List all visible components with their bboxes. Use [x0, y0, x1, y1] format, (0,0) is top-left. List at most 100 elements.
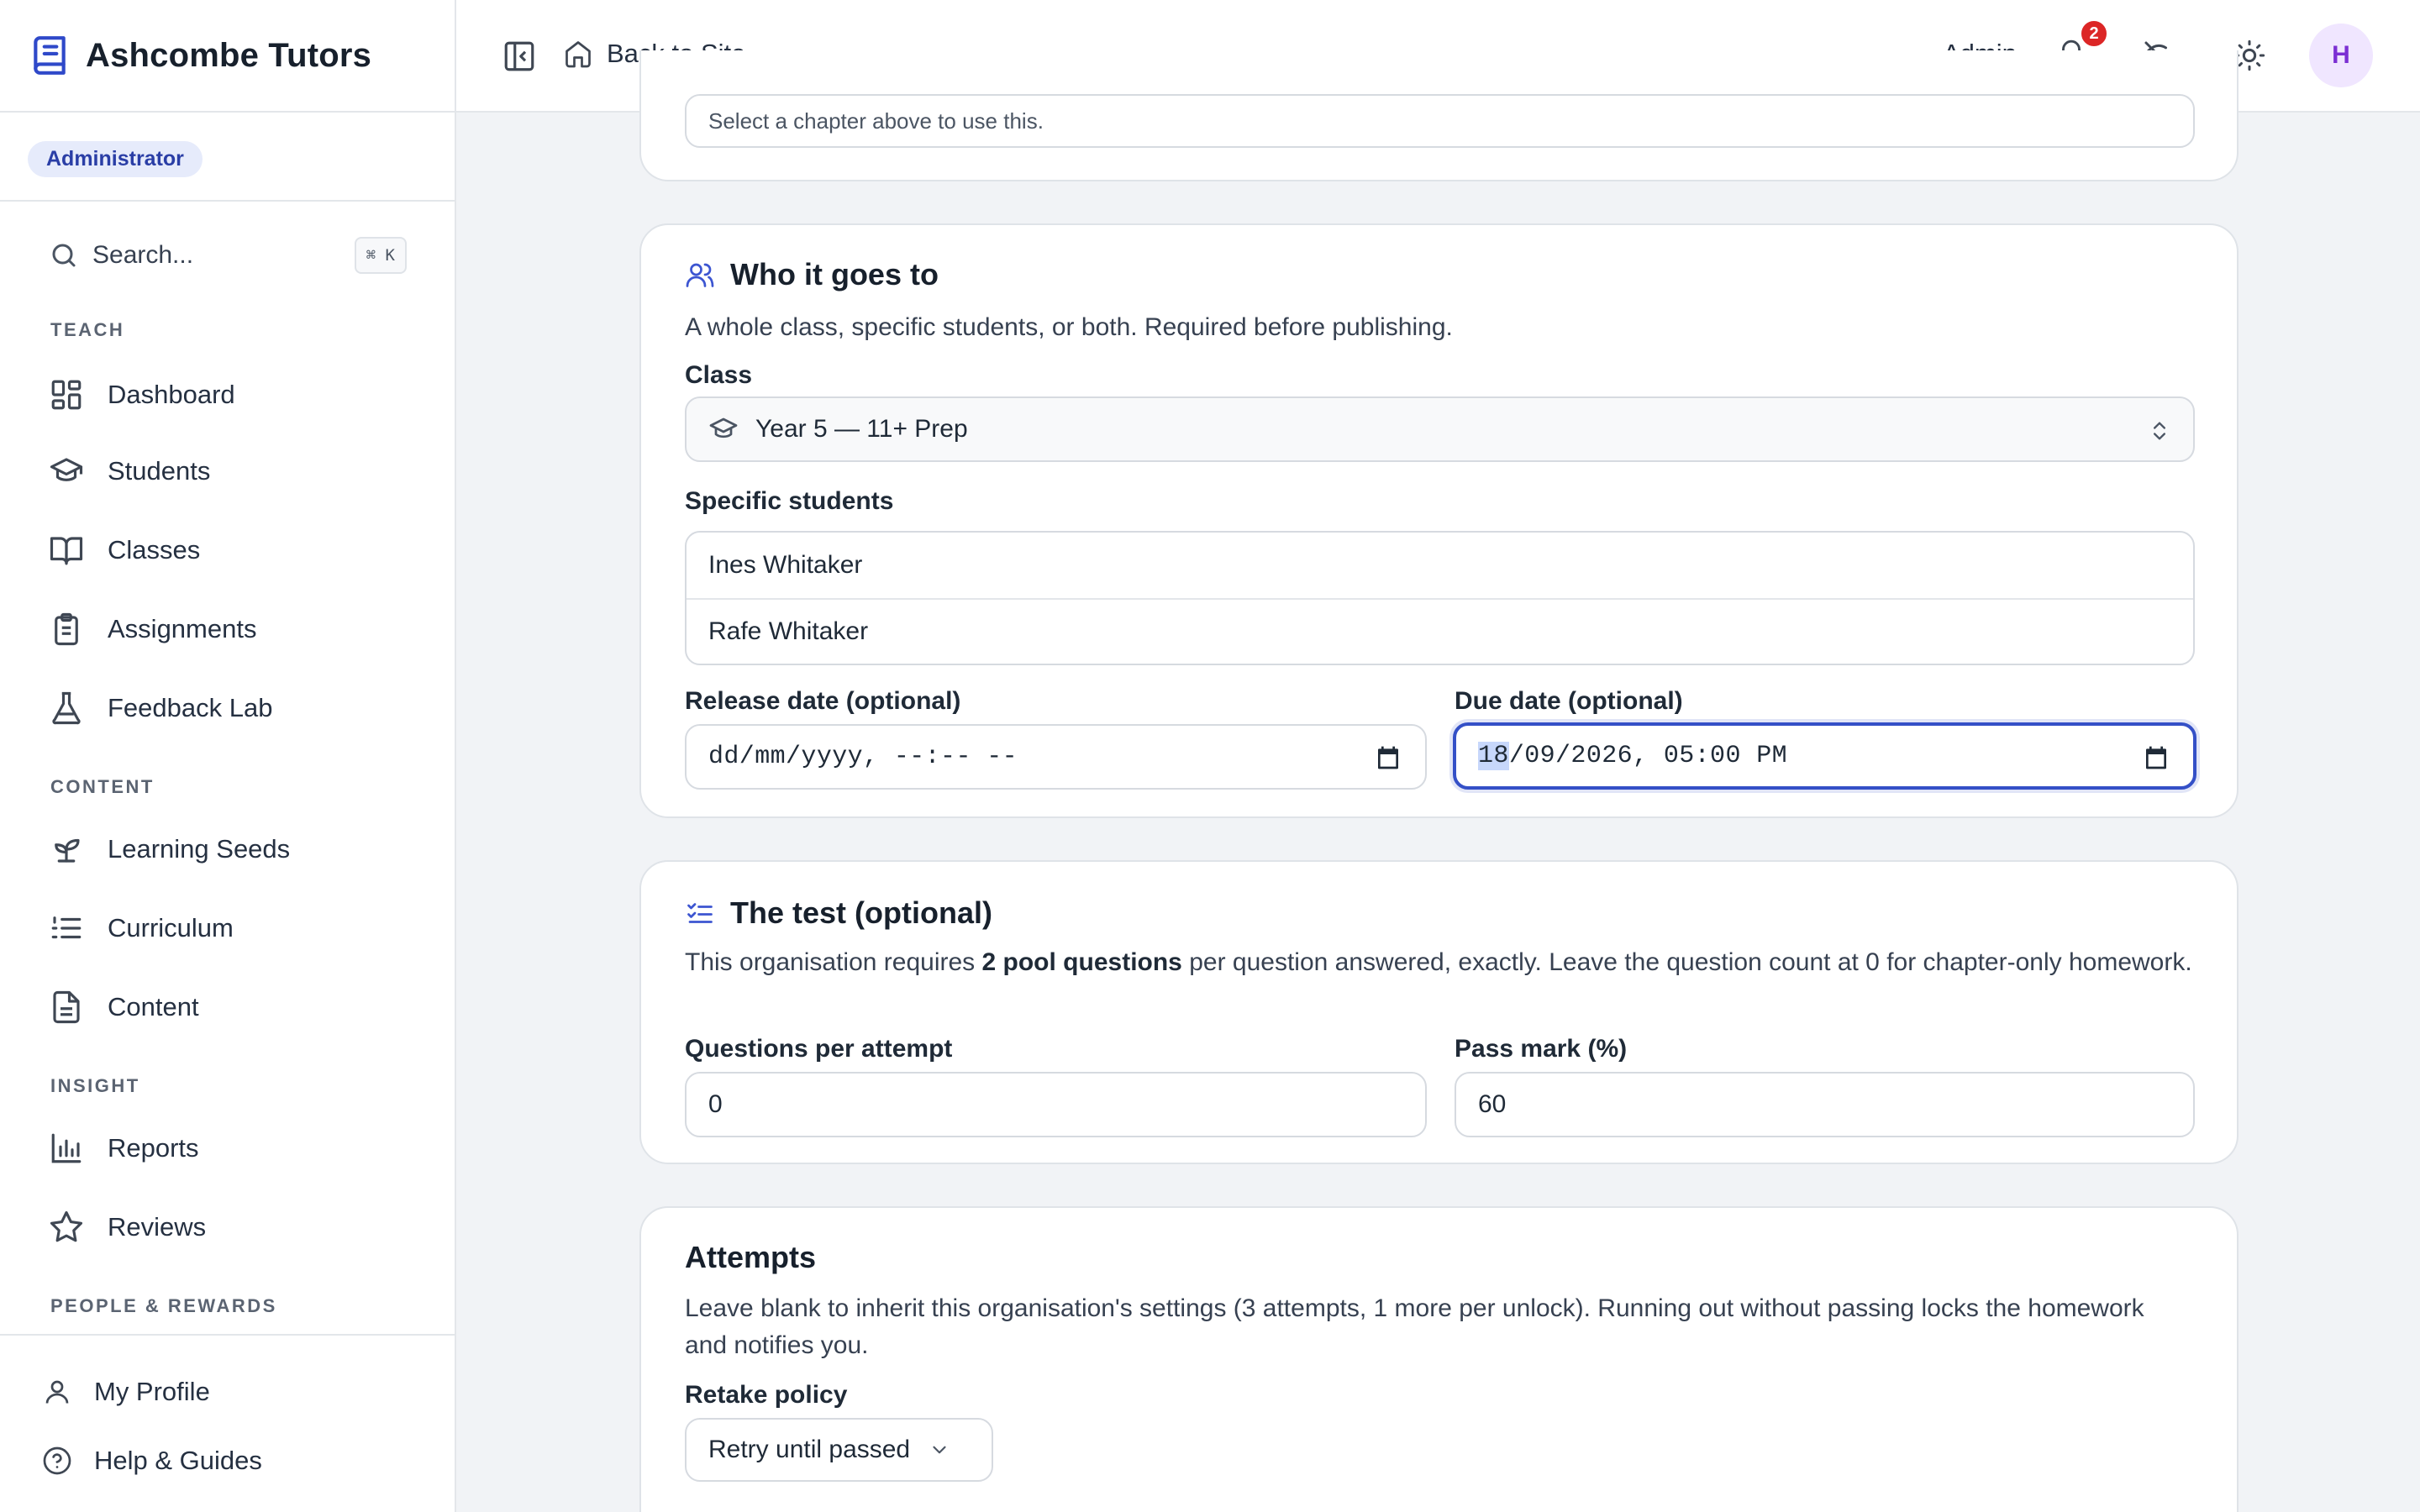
student-option[interactable]: Rafe Whitaker: [687, 598, 2193, 664]
chapter-hint-box: Select a chapter above to use this.: [685, 94, 2195, 148]
questions-label: Questions per attempt: [685, 1035, 953, 1063]
attempts-title-text: Attempts: [685, 1240, 817, 1274]
section-label-people-rewards: PEOPLE & REWARDS: [50, 1295, 277, 1316]
dashboard-icon: [49, 377, 84, 412]
home-icon: [563, 39, 593, 69]
clipboard-icon: [49, 612, 84, 647]
section-label-teach: TEACH: [50, 319, 125, 340]
class-select[interactable]: Year 5 — 11+ Prep: [685, 396, 2195, 462]
sidebar-item-label: Classes: [108, 535, 201, 564]
questions-per-attempt-input[interactable]: 0: [685, 1072, 1427, 1137]
due-date-rest: /09/2026, 05:00 PM: [1508, 742, 1788, 770]
sidebar-footer: My Profile Help & Guides: [0, 1334, 455, 1512]
test-desc-after: per question answered, exactly. Leave th…: [1181, 948, 2192, 976]
my-profile-label: My Profile: [94, 1377, 210, 1406]
chapter-hint-text: Select a chapter above to use this.: [708, 108, 1044, 134]
sidebar-search[interactable]: Search... ⌘ K: [49, 233, 407, 278]
brand[interactable]: Ashcombe Tutors: [0, 0, 455, 113]
test-desc-before: This organisation requires: [685, 948, 982, 976]
sidebar-item-curriculum[interactable]: Curriculum: [49, 903, 418, 953]
release-date-placeholder: dd/mm/yyyy, --:-- --: [708, 743, 1018, 771]
pass-mark-label: Pass mark (%): [1455, 1035, 1628, 1063]
avatar[interactable]: H: [2309, 24, 2373, 87]
students-listbox[interactable]: Ines Whitaker Rafe Whitaker: [685, 531, 2195, 665]
sidebar-item-dashboard[interactable]: Dashboard: [49, 370, 418, 420]
sidebar-item-label: Reviews: [108, 1212, 207, 1242]
sidebar-item-feedback-lab[interactable]: Feedback Lab: [49, 683, 418, 733]
help-guides-link[interactable]: Help & Guides: [42, 1440, 262, 1482]
sidebar-item-label: Feedback Lab: [108, 693, 273, 722]
attempts-card: Attempts Leave blank to inherit this org…: [639, 1206, 2238, 1512]
sidebar-item-reports[interactable]: Reports: [49, 1123, 418, 1173]
search-icon: [49, 240, 79, 270]
star-icon: [49, 1210, 84, 1245]
retake-policy-label: Retake policy: [685, 1381, 848, 1409]
role-badge: Administrator: [28, 141, 203, 177]
list-checks-icon: [685, 898, 715, 928]
chevrons-up-down-icon: [2148, 418, 2171, 444]
my-profile-link[interactable]: My Profile: [42, 1371, 210, 1413]
due-date-input[interactable]: 18/09/2026, 05:00 PM: [1453, 722, 2196, 790]
calendar-icon[interactable]: [1375, 744, 1402, 771]
file-text-icon: [49, 990, 84, 1025]
audience-description: A whole class, specific students, or bot…: [685, 313, 1453, 341]
pass-mark-input[interactable]: 60: [1455, 1072, 2195, 1137]
graduation-cap-icon: [708, 414, 739, 444]
class-select-value: Year 5 — 11+ Prep: [755, 415, 968, 443]
audience-card: Who it goes to A whole class, specific s…: [639, 223, 2238, 818]
sidebar-item-classes[interactable]: Classes: [49, 525, 418, 575]
user-icon: [42, 1377, 72, 1407]
release-date-label: Release date (optional): [685, 687, 961, 715]
due-date-label: Due date (optional): [1455, 687, 1683, 715]
retake-policy-value: Retry until passed: [708, 1436, 911, 1463]
sidebar-item-label: Students: [108, 456, 211, 486]
help-circle-icon: [42, 1446, 72, 1476]
sidebar-item-content[interactable]: Content: [49, 982, 418, 1032]
sidebar-item-label: Learning Seeds: [108, 834, 291, 864]
users-icon: [685, 260, 715, 290]
toggle-sidebar-button[interactable]: [502, 39, 537, 74]
chevron-down-icon: [929, 1439, 950, 1461]
bar-chart-icon: [49, 1131, 84, 1166]
sidebar-item-learning-seeds[interactable]: Learning Seeds: [49, 824, 418, 874]
students-label: Specific students: [685, 487, 894, 515]
test-card-title: The test (optional): [685, 895, 992, 931]
section-label-content: CONTENT: [50, 776, 155, 797]
audience-card-title: Who it goes to: [685, 257, 939, 292]
sidebar-item-label: Reports: [108, 1133, 199, 1163]
flask-icon: [49, 690, 84, 726]
search-placeholder: Search...: [92, 241, 194, 269]
sprout-icon: [49, 832, 84, 867]
test-title-text: The test (optional): [730, 895, 992, 930]
sidebar: Ashcombe Tutors Administrator Search... …: [0, 0, 456, 1512]
search-shortcut: ⌘ K: [354, 237, 407, 274]
attempts-description: Leave blank to inherit this organisation…: [685, 1294, 2144, 1359]
section-label-insight: INSIGHT: [50, 1075, 140, 1096]
sidebar-item-assignments[interactable]: Assignments: [49, 604, 418, 654]
sidebar-item-label: Dashboard: [108, 380, 235, 409]
notification-count-badge: 2: [2079, 18, 2109, 49]
audience-title-text: Who it goes to: [730, 257, 939, 291]
release-date-input[interactable]: dd/mm/yyyy, --:-- --: [685, 724, 1427, 790]
retake-policy-select[interactable]: Retry until passed: [685, 1418, 993, 1482]
student-option[interactable]: Ines Whitaker: [687, 533, 2193, 598]
test-description: This organisation requires 2 pool questi…: [685, 944, 2193, 981]
questions-value: 0: [708, 1090, 723, 1118]
pass-mark-value: 60: [1478, 1090, 1507, 1118]
chapter-card: Select a chapter above to use this.: [639, 50, 2238, 181]
calendar-icon[interactable]: [2143, 744, 2170, 771]
sidebar-item-label: Curriculum: [108, 913, 234, 942]
panel-left-close-icon: [502, 39, 537, 74]
test-card: The test (optional) This organisation re…: [639, 860, 2238, 1164]
open-book-icon: [49, 533, 84, 568]
test-desc-bold: 2 pool questions: [981, 948, 1182, 976]
app-name: Ashcombe Tutors: [86, 36, 372, 74]
class-label: Class: [685, 361, 753, 389]
role-area: Administrator: [0, 113, 455, 202]
due-date-day-segment[interactable]: 18: [1478, 742, 1509, 770]
sidebar-item-students[interactable]: Students: [49, 446, 418, 496]
list-ordered-icon: [49, 911, 84, 946]
graduation-cap-icon: [49, 454, 84, 489]
sidebar-item-reviews[interactable]: Reviews: [49, 1202, 418, 1252]
attempts-card-title: Attempts: [685, 1240, 816, 1275]
